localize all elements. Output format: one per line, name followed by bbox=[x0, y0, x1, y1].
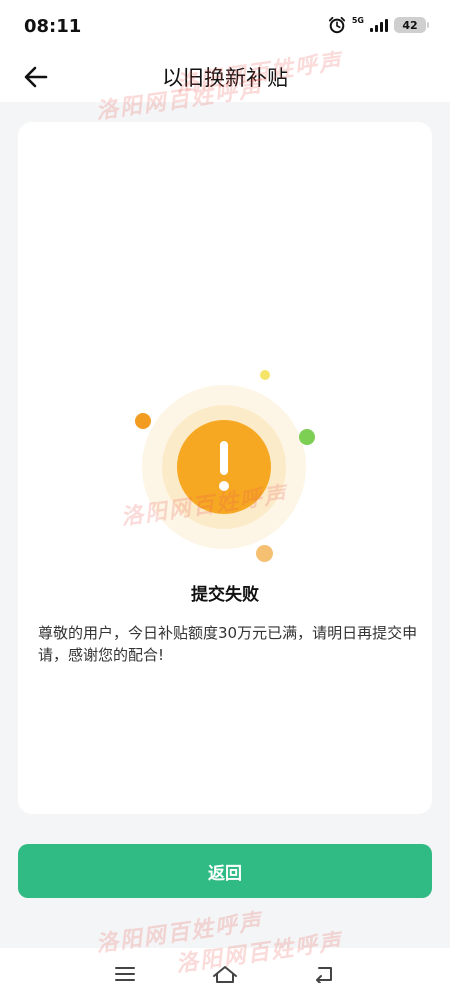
home-button[interactable] bbox=[209, 960, 241, 988]
navigation-bar bbox=[0, 948, 450, 1000]
status-icons: 5G 42 bbox=[328, 16, 429, 34]
header: 以旧换新补贴 bbox=[0, 52, 450, 102]
decor-dot-peach bbox=[256, 545, 273, 562]
return-button[interactable]: 返回 bbox=[18, 844, 432, 898]
decor-dot-green bbox=[299, 429, 315, 445]
status-time: 08:11 bbox=[24, 16, 82, 37]
menu-icon bbox=[115, 967, 135, 981]
warning-circle bbox=[177, 420, 271, 514]
exclamation-icon bbox=[219, 441, 229, 491]
menu-button[interactable] bbox=[109, 960, 141, 988]
result-message: 尊敬的用户，今日补贴额度30万元已满，请明日再提交申请，感谢您的配合! bbox=[38, 624, 418, 664]
network-label: 5G bbox=[351, 16, 364, 25]
result-title: 提交失败 bbox=[191, 585, 259, 605]
status-bar: 08:11 5G 42 bbox=[0, 0, 450, 52]
decor-dot-orange bbox=[135, 413, 151, 429]
page-title: 以旧换新补贴 bbox=[162, 66, 288, 90]
home-icon bbox=[213, 966, 237, 983]
alarm-icon bbox=[328, 16, 345, 34]
system-back-button[interactable] bbox=[309, 960, 341, 988]
decor-dot-yellow bbox=[260, 370, 270, 380]
signal-icon bbox=[370, 18, 388, 32]
battery-icon: 42 bbox=[394, 17, 429, 33]
back-icon bbox=[316, 967, 332, 983]
